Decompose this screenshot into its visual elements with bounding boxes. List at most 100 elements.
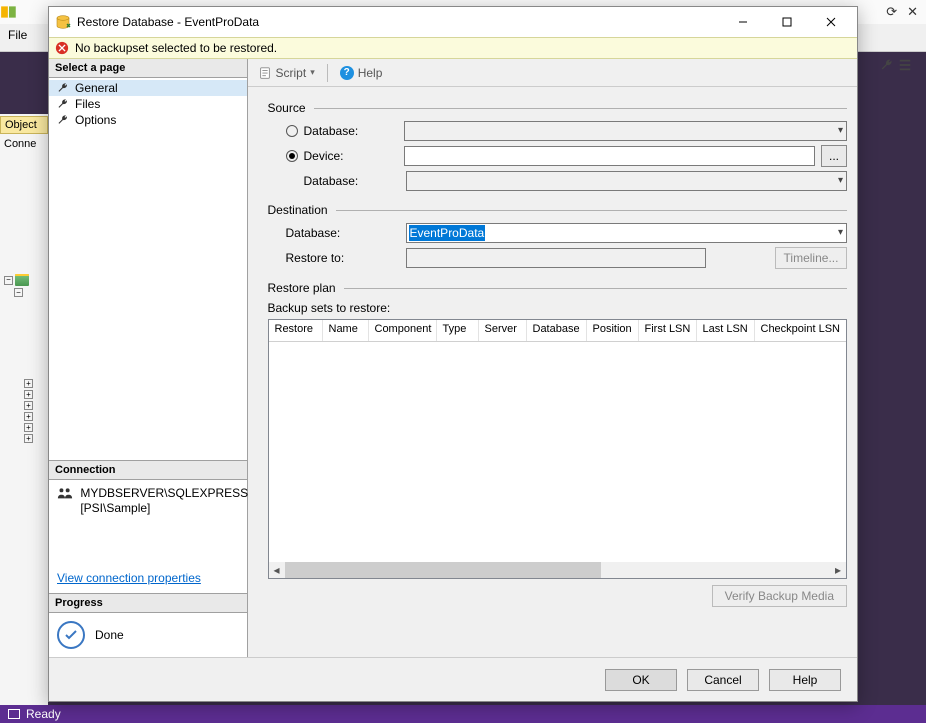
menu-lines-icon bbox=[898, 58, 912, 72]
tree-item[interactable]: + bbox=[24, 390, 48, 399]
page-label: Options bbox=[75, 113, 116, 127]
minimize-button[interactable] bbox=[721, 8, 765, 36]
table-header-row: Restore Name Component Type Server Datab… bbox=[269, 320, 847, 342]
help-label: Help bbox=[358, 66, 383, 80]
browse-device-button[interactable]: ... bbox=[821, 145, 847, 167]
col-component[interactable]: Component bbox=[369, 320, 437, 341]
source-device-input[interactable] bbox=[404, 146, 816, 166]
col-name[interactable]: Name bbox=[323, 320, 369, 341]
parent-close-icon[interactable]: ✕ bbox=[907, 4, 918, 20]
restore-to-label: Restore to: bbox=[286, 251, 406, 265]
tree-item[interactable]: + bbox=[24, 401, 48, 410]
right-toolbar: Script ▾ ? Help bbox=[248, 59, 858, 87]
progress-header: Progress bbox=[49, 593, 247, 613]
connect-tab[interactable]: Conne bbox=[0, 136, 48, 152]
wrench-icon bbox=[57, 114, 69, 126]
wrench-icon bbox=[57, 98, 69, 110]
script-label: Script bbox=[276, 66, 307, 80]
ssms-side-panel: Object Conne − − + + + + + + bbox=[0, 114, 48, 705]
page-label: Files bbox=[75, 97, 100, 111]
col-last-lsn[interactable]: Last LSN bbox=[697, 320, 755, 341]
parent-window-controls: ⟳ ✕ bbox=[886, 4, 918, 20]
close-button[interactable] bbox=[809, 8, 853, 36]
source-database-label: Database: bbox=[304, 124, 404, 138]
progress-block: Done bbox=[49, 613, 247, 657]
dropdown-arrow-icon: ▾ bbox=[310, 67, 315, 78]
scroll-left-icon[interactable]: ◂ bbox=[269, 562, 285, 578]
source-device-database-combo[interactable]: ▾ bbox=[406, 171, 848, 191]
dialog-left-pane: Select a page General Files Options Conn… bbox=[49, 59, 248, 657]
maximize-button[interactable] bbox=[765, 8, 809, 36]
page-label: General bbox=[75, 81, 118, 95]
tree-item[interactable]: + bbox=[24, 434, 48, 443]
dialog-icon bbox=[55, 14, 71, 30]
wrench-icon bbox=[880, 58, 894, 72]
page-general[interactable]: General bbox=[49, 80, 247, 96]
col-position[interactable]: Position bbox=[587, 320, 639, 341]
error-icon bbox=[55, 41, 69, 55]
status-icon bbox=[8, 709, 20, 719]
script-button[interactable]: Script ▾ bbox=[254, 64, 319, 82]
status-text: Ready bbox=[26, 707, 61, 721]
help-button[interactable]: ? Help bbox=[336, 64, 387, 82]
page-options[interactable]: Options bbox=[49, 112, 247, 128]
server-icon bbox=[57, 486, 73, 500]
destination-database-label: Database: bbox=[286, 226, 406, 240]
dialog-titlebar: Restore Database - EventProData bbox=[49, 7, 857, 37]
horizontal-scrollbar[interactable]: ◂ ▸ bbox=[269, 562, 847, 578]
ok-button[interactable]: OK bbox=[605, 669, 677, 691]
dialog-button-bar: OK Cancel Help bbox=[49, 657, 857, 701]
tree-root[interactable]: − bbox=[4, 274, 48, 286]
database-icon bbox=[15, 274, 29, 286]
backup-sets-table[interactable]: Restore Name Component Type Server Datab… bbox=[268, 319, 848, 579]
restore-to-input bbox=[406, 248, 706, 268]
destination-database-combo[interactable]: EventProData ▾ bbox=[406, 223, 848, 243]
col-server[interactable]: Server bbox=[479, 320, 527, 341]
col-checkpoint-lsn[interactable]: Checkpoint LSN bbox=[755, 320, 847, 341]
tree-child[interactable]: − bbox=[14, 288, 48, 297]
connection-server: MYDBSERVER\SQLEXPRESS bbox=[80, 486, 248, 500]
menu-file[interactable]: File bbox=[8, 28, 27, 42]
verify-backup-media-button[interactable]: Verify Backup Media bbox=[712, 585, 847, 607]
source-database-radio[interactable] bbox=[286, 125, 298, 137]
help-button[interactable]: Help bbox=[769, 669, 841, 691]
app-icon bbox=[0, 3, 18, 21]
destination-database-value: EventProData bbox=[409, 225, 486, 241]
tree-item[interactable]: + bbox=[24, 379, 48, 388]
connection-info: MYDBSERVER\SQLEXPRESS [PSI\Sample] bbox=[49, 480, 247, 523]
help-icon: ? bbox=[340, 66, 354, 80]
tree-item[interactable]: + bbox=[24, 423, 48, 432]
backup-sets-label: Backup sets to restore: bbox=[268, 301, 848, 315]
page-files[interactable]: Files bbox=[49, 96, 247, 112]
source-device-label: Device: bbox=[304, 149, 404, 163]
warning-text: No backupset selected to be restored. bbox=[75, 41, 277, 55]
destination-group-label: Destination bbox=[268, 203, 328, 217]
cancel-button[interactable]: Cancel bbox=[687, 669, 759, 691]
source-database-combo[interactable]: ▾ bbox=[404, 121, 848, 141]
select-page-header: Select a page bbox=[49, 59, 247, 78]
dialog-right-pane: Script ▾ ? Help Source Database: ▾ bbox=[248, 59, 858, 657]
timeline-button[interactable]: Timeline... bbox=[775, 247, 847, 269]
view-connection-properties-link[interactable]: View connection properties bbox=[57, 571, 239, 585]
col-restore[interactable]: Restore bbox=[269, 320, 323, 341]
tree-item[interactable]: + bbox=[24, 412, 48, 421]
source-device-database-label: Database: bbox=[304, 174, 406, 188]
source-group-label: Source bbox=[268, 101, 306, 115]
toolbar-extra-icons bbox=[880, 58, 912, 72]
col-type[interactable]: Type bbox=[437, 320, 479, 341]
connection-header: Connection bbox=[49, 460, 247, 480]
warning-bar: No backupset selected to be restored. bbox=[49, 37, 857, 59]
col-first-lsn[interactable]: First LSN bbox=[639, 320, 697, 341]
progress-text: Done bbox=[95, 628, 124, 642]
col-database[interactable]: Database bbox=[527, 320, 587, 341]
script-icon bbox=[258, 66, 272, 80]
restore-plan-group-label: Restore plan bbox=[268, 281, 336, 295]
parent-restore-icon[interactable]: ⟳ bbox=[886, 4, 897, 20]
scroll-right-icon[interactable]: ▸ bbox=[830, 562, 846, 578]
source-device-radio[interactable] bbox=[286, 150, 298, 162]
object-explorer-tab[interactable]: Object bbox=[0, 116, 48, 134]
connection-user: [PSI\Sample] bbox=[80, 501, 150, 515]
done-check-icon bbox=[57, 621, 85, 649]
dialog-title: Restore Database - EventProData bbox=[77, 15, 721, 29]
wrench-icon bbox=[57, 82, 69, 94]
